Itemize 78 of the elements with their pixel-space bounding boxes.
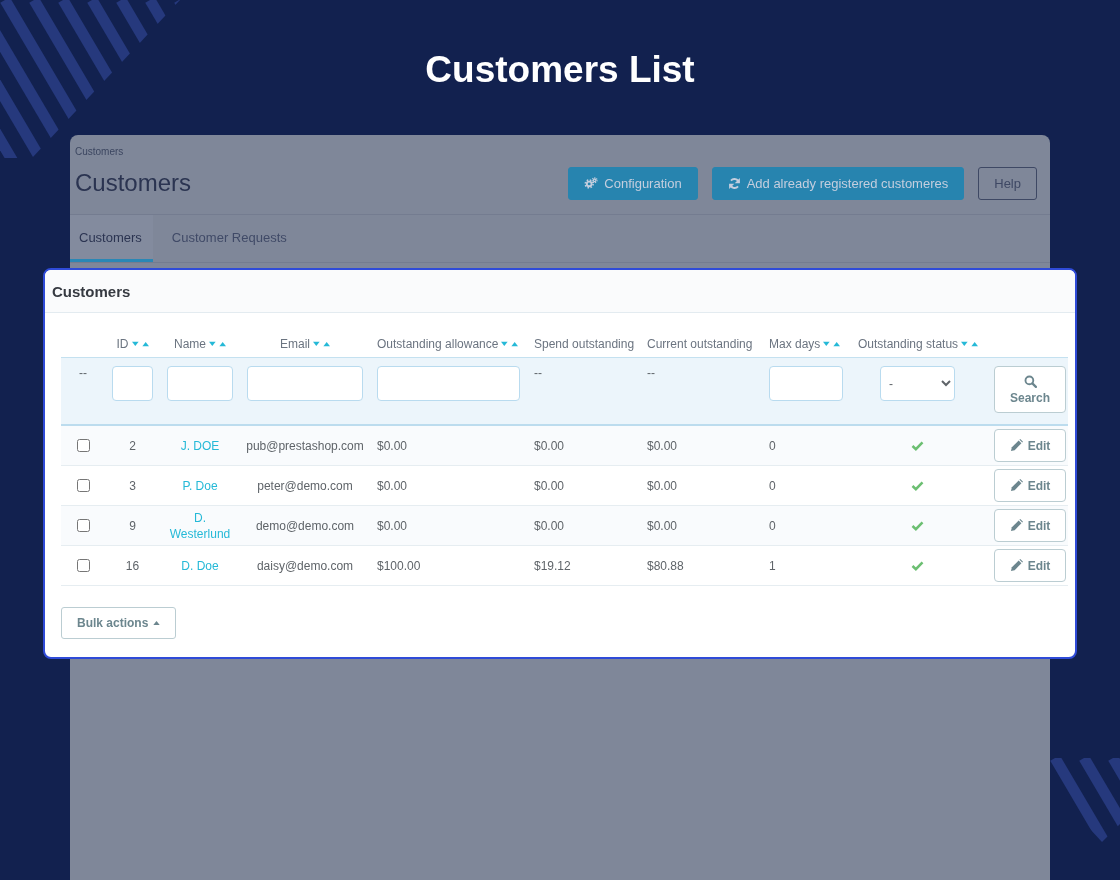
table-cell-text: $0.00 xyxy=(533,478,566,493)
empty-filter-text: -- xyxy=(647,366,655,380)
table-cell-text: $0.00 xyxy=(533,438,566,453)
table-cell-text: peter@demo.com xyxy=(256,478,354,493)
customer-link[interactable]: P. Doe xyxy=(182,477,218,494)
table-cell-text: $80.88 xyxy=(646,558,685,573)
table-cell-text: $0.00 xyxy=(376,438,409,453)
filter-input[interactable] xyxy=(769,366,843,401)
gears-icon xyxy=(584,177,599,189)
table-cell-text: $0.00 xyxy=(533,518,566,533)
column-header: ID xyxy=(116,336,129,351)
tab[interactable]: Customer Requests xyxy=(162,215,298,262)
table-cell-text: 0 xyxy=(768,478,777,493)
pencil-icon xyxy=(1009,559,1023,572)
table-cell-text: 1 xyxy=(768,558,777,573)
column-header: Outstanding status xyxy=(858,336,959,351)
table-cell-text: 0 xyxy=(768,438,777,453)
column-header: Email xyxy=(280,336,310,351)
status-select[interactable]: - xyxy=(880,366,955,401)
column-header: Current outstanding xyxy=(647,336,753,351)
row-checkbox[interactable] xyxy=(76,479,90,492)
table-cell-text: $0.00 xyxy=(646,518,679,533)
search-button[interactable]: Search xyxy=(994,366,1066,413)
table-cell-text: 3 xyxy=(128,478,137,493)
page-heading: Customers xyxy=(75,169,192,197)
row-checkbox[interactable] xyxy=(76,559,90,572)
table-cell-text: $0.00 xyxy=(646,478,679,493)
table-cell-text: $0.00 xyxy=(646,438,679,453)
filter-input[interactable] xyxy=(377,366,520,401)
customer-link[interactable]: D. Westerlund xyxy=(166,509,234,542)
empty-filter-text: -- xyxy=(534,366,542,380)
sort-arrows-icon[interactable] xyxy=(961,340,979,347)
sort-arrows-icon[interactable] xyxy=(209,340,226,347)
card-title: Customers xyxy=(52,282,131,300)
pencil-icon xyxy=(1009,439,1023,452)
search-icon xyxy=(1023,374,1037,388)
edit-button[interactable]: Edit xyxy=(994,549,1066,582)
edit-button[interactable]: Edit xyxy=(994,509,1066,542)
table-cell-text: demo@demo.com xyxy=(254,518,356,533)
breadcrumb-link[interactable]: Customers xyxy=(75,146,124,158)
edit-button[interactable]: Edit xyxy=(994,429,1066,462)
filter-input[interactable] xyxy=(167,366,233,401)
table-cell-text: 9 xyxy=(128,518,137,533)
customer-link[interactable]: D. Doe xyxy=(181,557,219,574)
sort-arrows-icon[interactable] xyxy=(823,340,841,347)
column-header: Spend outstanding xyxy=(534,336,635,351)
table-cell-text: 16 xyxy=(124,558,141,573)
column-header: Outstanding allowance xyxy=(377,336,499,351)
pencil-icon xyxy=(1009,519,1023,532)
table-cell-text: $19.12 xyxy=(533,558,572,573)
sort-arrows-icon[interactable] xyxy=(313,340,330,347)
table-cell-text: $0.00 xyxy=(376,478,409,493)
customer-link[interactable]: J. DOE xyxy=(180,437,220,454)
table-cell-text: pub@prestashop.com xyxy=(245,438,365,453)
table-cell-text: $0.00 xyxy=(376,518,409,533)
edit-button[interactable]: Edit xyxy=(994,469,1066,502)
table-cell-text: 0 xyxy=(768,518,777,533)
toolbar-button[interactable]: Add already registered customeres xyxy=(711,166,965,200)
row-checkbox[interactable] xyxy=(76,439,90,452)
column-header: Max days xyxy=(769,336,821,351)
column-header: Name xyxy=(174,336,206,351)
empty-filter-text: -- xyxy=(79,366,87,380)
toolbar-button[interactable]: Configuration xyxy=(568,166,698,200)
bulk-actions-button[interactable]: Bulk actions xyxy=(61,607,177,639)
sort-arrows-icon[interactable] xyxy=(501,340,519,347)
table-cell-text: 2 xyxy=(128,438,137,453)
filter-input[interactable] xyxy=(247,366,363,401)
tab[interactable]: Customers xyxy=(70,215,153,262)
table-cell-text: $100.00 xyxy=(376,558,422,573)
caret-icon xyxy=(153,621,161,625)
table-cell-text: daisy@demo.com xyxy=(255,558,355,573)
filter-input[interactable] xyxy=(112,366,153,401)
page-title: Customers List xyxy=(425,48,695,91)
sort-arrows-icon[interactable] xyxy=(131,340,149,347)
toolbar-button[interactable]: Help xyxy=(978,166,1037,200)
row-checkbox[interactable] xyxy=(76,519,90,532)
pencil-icon xyxy=(1009,479,1023,492)
refresh-icon xyxy=(727,176,741,190)
